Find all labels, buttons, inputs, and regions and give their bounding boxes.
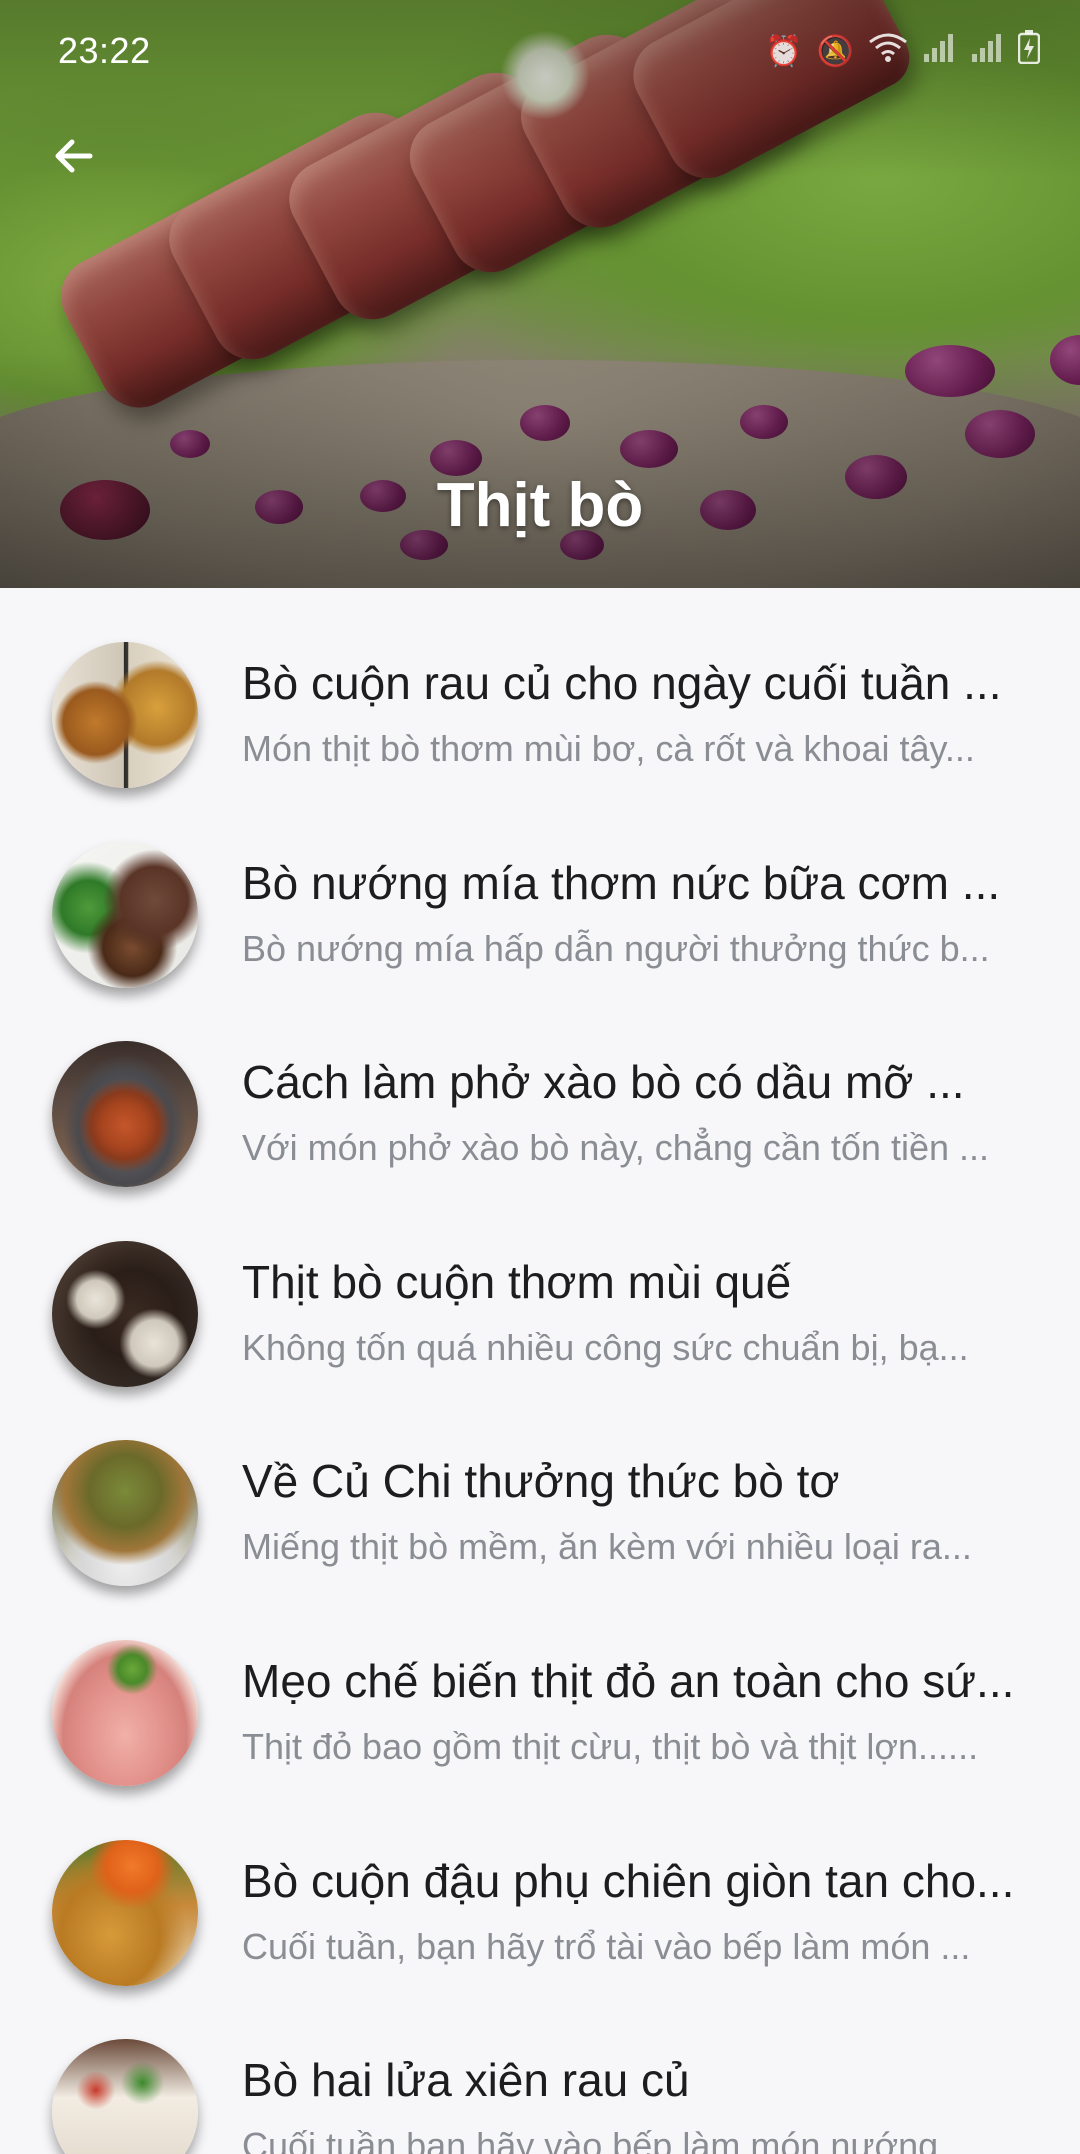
wifi-icon bbox=[868, 32, 908, 70]
status-time: 23:22 bbox=[58, 30, 151, 71]
recipe-title: Bò hai lửa xiên rau củ bbox=[242, 2054, 690, 2107]
recipe-description: Không tốn quá nhiều công sức chuẩn bị, b… bbox=[242, 1326, 969, 1368]
recipe-description: Bò nướng mía hấp dẫn người thưởng thức b… bbox=[242, 927, 990, 969]
back-button[interactable] bbox=[38, 120, 110, 192]
signal-icon bbox=[922, 32, 956, 70]
recipe-title: Mẹo chế biến thịt đỏ an toàn cho sứ... bbox=[242, 1654, 1015, 1707]
list-item[interactable]: Về Củ Chi thưởng thức bò tơ Miếng thịt b… bbox=[0, 1386, 1080, 1587]
recipe-thumbnail bbox=[52, 642, 198, 788]
list-item[interactable]: Thịt bò cuộn thơm mùi quế Không tốn quá … bbox=[0, 1187, 1080, 1387]
list-item[interactable]: Bò hai lửa xiên rau củ Cuối tuần bạn hãy… bbox=[0, 1985, 1080, 2154]
recipe-thumbnail bbox=[52, 1839, 198, 1986]
page-title: Thịt bò bbox=[436, 471, 644, 540]
recipe-thumbnail bbox=[52, 841, 198, 988]
mute-icon: 🔕 bbox=[816, 34, 854, 68]
arrow-left-icon bbox=[55, 139, 93, 173]
recipe-description: Miếng thịt bò mềm, ăn kèm với nhiều loại… bbox=[242, 1526, 972, 1568]
recipe-thumbnail bbox=[52, 1240, 198, 1387]
recipe-thumbnail bbox=[52, 1440, 198, 1587]
recipe-title: Về Củ Chi thưởng thức bò tơ bbox=[242, 1455, 840, 1508]
header-image: 23:22 ⏰ 🔕 Thịt bò bbox=[0, 0, 1080, 588]
recipe-description: Thịt đỏ bao gồm thịt cừu, thịt bò và thị… bbox=[242, 1725, 979, 1767]
signal-icon bbox=[970, 32, 1004, 70]
recipe-thumbnail bbox=[52, 2039, 198, 2154]
recipe-list: Bò cuộn rau củ cho ngày cuối tuần ... Mó… bbox=[0, 588, 1080, 2154]
list-item[interactable]: Bò cuộn rau củ cho ngày cuối tuần ... Mó… bbox=[0, 588, 1080, 788]
recipe-thumbnail bbox=[52, 1041, 198, 1188]
recipe-title: Cách làm phở xào bò có dầu mỡ ... bbox=[242, 1056, 965, 1109]
list-item[interactable]: Bò cuộn đậu phụ chiên giòn tan cho... Cu… bbox=[0, 1786, 1080, 1986]
status-icons: ⏰ 🔕 bbox=[765, 30, 1041, 72]
recipe-description: Món thịt bò thơm mùi bơ, cà rốt và khoai… bbox=[242, 728, 975, 769]
recipe-description: Cuối tuần bạn hãy vào bếp làm món nướng bbox=[242, 2125, 939, 2154]
recipe-title: Thịt bò cuộn thơm mùi quế bbox=[242, 1255, 792, 1308]
list-item[interactable]: Bò nướng mía thơm nức bữa cơm ... Bò nướ… bbox=[0, 788, 1080, 988]
recipe-description: Với món phở xào bò này, chẳng cần tốn ti… bbox=[242, 1127, 989, 1169]
recipe-description: Cuối tuần, bạn hãy trổ tài vào bếp làm m… bbox=[242, 1925, 971, 1967]
recipe-title: Bò cuộn đậu phụ chiên giòn tan cho... bbox=[242, 1854, 1015, 1907]
battery-charging-icon bbox=[1017, 30, 1041, 72]
alarm-icon: ⏰ bbox=[765, 34, 803, 68]
recipe-title: Bò nướng mía thơm nức bữa cơm ... bbox=[242, 856, 1001, 909]
recipe-thumbnail bbox=[52, 1639, 198, 1786]
screen: 23:22 ⏰ 🔕 Thịt bò Bò cuộn rau củ cho ngà… bbox=[0, 0, 1080, 2154]
list-item[interactable]: Cách làm phở xào bò có dầu mỡ ... Với mó… bbox=[0, 987, 1080, 1188]
list-item[interactable]: Mẹo chế biến thịt đỏ an toàn cho sứ... T… bbox=[0, 1586, 1080, 1786]
recipe-title: Bò cuộn rau củ cho ngày cuối tuần ... bbox=[242, 657, 1002, 709]
